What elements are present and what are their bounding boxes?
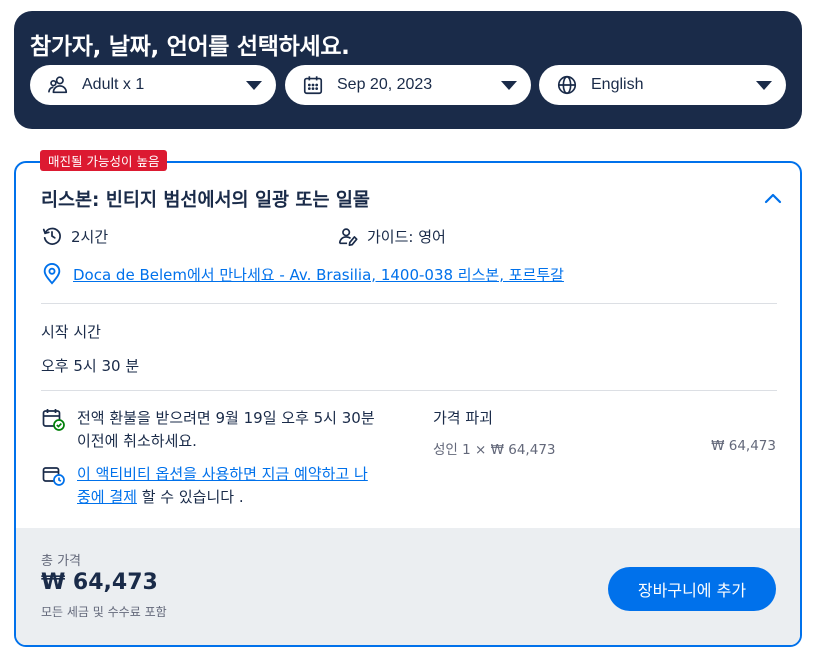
guide-text: 가이드: 영어 bbox=[367, 227, 446, 246]
booking-options-panel: 참가자, 날짜, 언어를 선택하세요. Adult x 1 Sep 20, 20… bbox=[14, 11, 802, 129]
price-footer: 총 가격 ₩ 64,473 모든 세금 및 수수료 포함 장바구니에 추가 bbox=[16, 528, 800, 645]
participants-icon bbox=[46, 73, 70, 97]
add-to-cart-button[interactable]: 장바구니에 추가 bbox=[608, 567, 776, 611]
pay-later-suffix: 할 수 있습니다 . bbox=[136, 488, 244, 506]
meeting-point: Doca de Belem에서 만나세요 - Av. Brasilia, 140… bbox=[41, 263, 564, 285]
total-price-label: 총 가격 bbox=[41, 554, 82, 569]
pay-later-text: 이 액티비티 옵션을 사용하면 지금 예약하고 나중에 결제 할 수 있습니다 … bbox=[77, 463, 381, 509]
reserve-now-pay-later-info: 이 액티비티 옵션을 사용하면 지금 예약하고 나중에 결제 할 수 있습니다 … bbox=[41, 463, 381, 509]
language-value: English bbox=[591, 76, 644, 93]
map-pin-icon bbox=[41, 263, 63, 285]
likely-to-sell-out-badge: 매진될 가능성이 높음 bbox=[40, 150, 168, 171]
divider bbox=[41, 390, 777, 391]
option-title: 리스본: 빈티지 범선에서의 일광 또는 일몰 bbox=[41, 190, 370, 211]
chevron-down-icon bbox=[501, 80, 517, 90]
date-select[interactable]: Sep 20, 2023 bbox=[285, 65, 531, 105]
activity-option-card: 리스본: 빈티지 범선에서의 일광 또는 일몰 2시간 가이드: 영어 Doca… bbox=[14, 161, 802, 647]
calendar-icon bbox=[301, 73, 325, 97]
tax-note: 모든 세금 및 수수료 포함 bbox=[41, 605, 167, 619]
participants-value: Adult x 1 bbox=[82, 76, 145, 93]
start-time-value: 오후 5시 30 분 bbox=[41, 357, 140, 375]
chevron-down-icon bbox=[246, 80, 262, 90]
divider bbox=[41, 303, 777, 304]
free-cancellation-info: 전액 환불을 받으려면 9월 19일 오후 5시 30분 이전에 취소하세요. bbox=[41, 407, 381, 453]
guide-info: 가이드: 영어 bbox=[337, 225, 446, 247]
total-price: ₩ 64,473 bbox=[41, 570, 158, 595]
refund-text: 전액 환불을 받으려면 9월 19일 오후 5시 30분 이전에 취소하세요. bbox=[77, 409, 375, 450]
price-line-label: 성인 1 × ₩ 64,473 bbox=[433, 442, 556, 458]
chevron-down-icon bbox=[756, 80, 772, 90]
guide-icon bbox=[337, 225, 359, 247]
participants-select[interactable]: Adult x 1 bbox=[30, 65, 276, 105]
clock-history-icon bbox=[41, 225, 63, 247]
date-value: Sep 20, 2023 bbox=[337, 76, 433, 93]
duration-info: 2시간 bbox=[41, 225, 108, 247]
duration-text: 2시간 bbox=[71, 227, 109, 246]
chevron-up-icon bbox=[764, 193, 782, 204]
collapse-button[interactable] bbox=[762, 187, 784, 209]
meeting-point-link[interactable]: Doca de Belem에서 만나세요 - Av. Brasilia, 140… bbox=[73, 264, 564, 285]
language-select[interactable]: English bbox=[539, 65, 786, 105]
price-breakdown-title: 가격 파괴 bbox=[433, 409, 493, 427]
price-line-value: ₩ 64,473 bbox=[711, 438, 776, 454]
globe-icon bbox=[555, 73, 579, 97]
panel-title: 참가자, 날짜, 언어를 선택하세요. bbox=[30, 34, 350, 60]
calendar-check-icon bbox=[41, 407, 65, 431]
start-time-label: 시작 시간 bbox=[41, 323, 101, 341]
wallet-clock-icon bbox=[41, 463, 65, 487]
